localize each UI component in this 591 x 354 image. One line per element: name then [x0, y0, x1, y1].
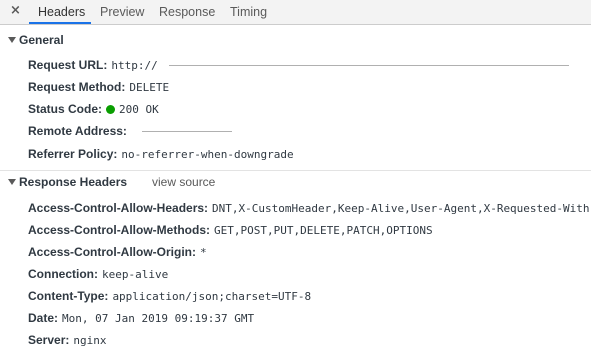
request-method-value: DELETE [129, 81, 170, 94]
request-url-row: Request URL: http:// [28, 57, 570, 73]
header-key: Server: [28, 333, 70, 347]
header-key: Access-Control-Allow-Methods: [28, 223, 211, 237]
header-value: GET,POST,PUT,DELETE,PATCH,OPTIONS [214, 224, 433, 237]
request-url-value: http:// [111, 59, 158, 72]
collapse-triangle-icon[interactable] [8, 37, 16, 43]
referrer-policy-value: no-referrer-when-downgrade [121, 148, 294, 161]
status-ok-icon [106, 105, 116, 114]
tab-headers[interactable]: Headers [38, 5, 85, 19]
active-tab-indicator [29, 22, 91, 24]
header-key: Access-Control-Allow-Headers: [28, 201, 209, 215]
header-row: Access-Control-Allow-Headers: DNT,X-Custo… [28, 200, 591, 216]
header-value: keep-alive [102, 268, 169, 281]
redacted-url-mark [169, 65, 570, 67]
referrer-policy-row: Referrer Policy: no-referrer-when-downgra… [28, 146, 294, 162]
header-row: Content-Type: application/json;charset=UT… [28, 288, 311, 304]
header-key: Access-Control-Allow-Origin: [28, 245, 197, 259]
header-row: Server: nginx [28, 332, 107, 348]
header-row: Connection: keep-alive [28, 266, 168, 282]
remote-address-key: Remote Address: [28, 124, 127, 138]
status-code-key: Status Code: [28, 102, 103, 116]
view-source-link[interactable]: view source [152, 175, 215, 189]
tab-preview[interactable]: Preview [100, 5, 144, 19]
redacted-address-mark [142, 131, 233, 133]
status-code-value: 200 OK [119, 103, 159, 116]
header-key: Connection: [28, 267, 98, 281]
section-divider [0, 170, 591, 171]
general-section-header[interactable]: General [0, 31, 591, 51]
tab-timing[interactable]: Timing [230, 5, 267, 19]
status-code-row: Status Code: 200 OK [28, 101, 159, 117]
referrer-policy-key: Referrer Policy: [28, 147, 118, 161]
header-row: Date: Mon, 07 Jan 2019 09:19:37 GMT [28, 310, 254, 326]
header-row: Access-Control-Allow-Methods: GET,POST,PU… [28, 222, 433, 238]
tab-bar: × Headers Preview Response Timing [0, 0, 591, 25]
header-value: nginx [73, 334, 107, 347]
header-value: * [200, 246, 207, 259]
request-method-key: Request Method: [28, 80, 126, 94]
request-method-row: Request Method: DELETE [28, 79, 169, 95]
remote-address-row: Remote Address: [28, 123, 233, 139]
tab-response[interactable]: Response [159, 5, 215, 19]
response-headers-section-header[interactable]: Response Headers view source [0, 173, 591, 193]
close-icon[interactable]: × [10, 3, 21, 18]
header-row: Access-Control-Allow-Origin: * [28, 244, 207, 260]
header-value: Mon, 07 Jan 2019 09:19:37 GMT [62, 312, 255, 325]
header-value: DNT,X-CustomHeader,Keep-Alive,User-Agent… [212, 202, 591, 215]
request-url-key: Request URL: [28, 58, 108, 72]
header-key: Date: [28, 311, 59, 325]
header-value: application/json;charset=UTF-8 [112, 290, 312, 303]
header-key: Content-Type: [28, 289, 109, 303]
general-section-title: General [19, 33, 64, 47]
collapse-triangle-icon[interactable] [8, 179, 16, 185]
response-headers-title: Response Headers [19, 175, 128, 189]
